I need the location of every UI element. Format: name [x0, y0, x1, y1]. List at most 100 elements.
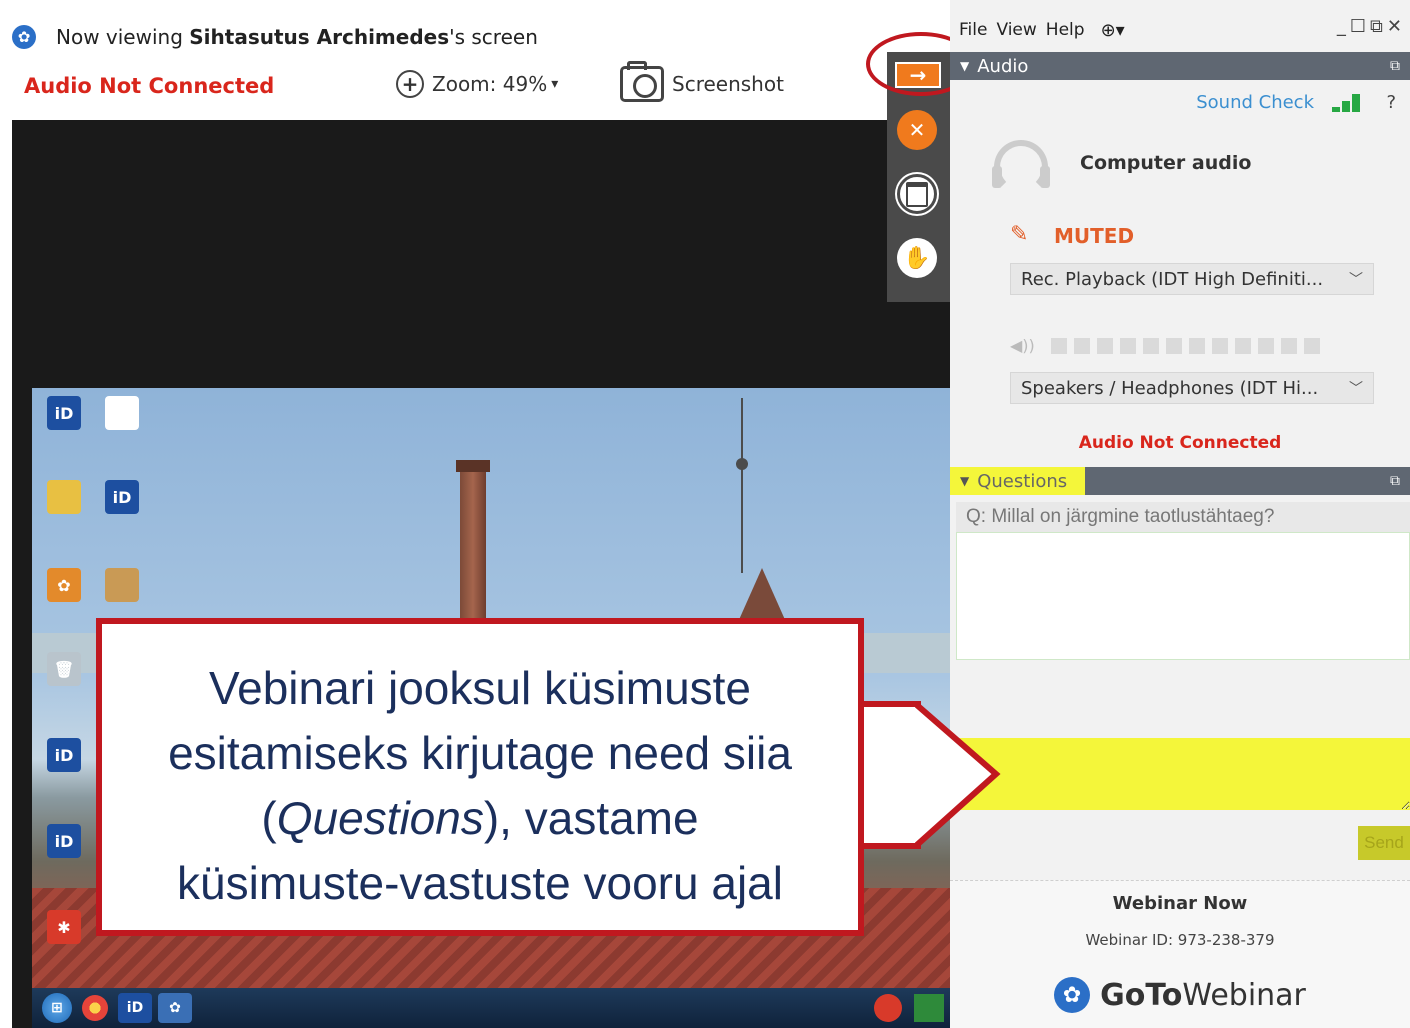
taskbar-gotowebinar[interactable]: ✿ — [158, 993, 192, 1023]
window-button[interactable] — [897, 174, 937, 214]
close-icon[interactable]: ✕ — [1387, 16, 1406, 37]
volume-segment — [1211, 337, 1228, 354]
menu-bar: File View Help ⊕▾ _ ☐ ⧉ ✕ — [950, 12, 1410, 48]
volume-segment — [1119, 337, 1136, 354]
audio-section-header[interactable]: ▼ Audio ⧉ — [950, 52, 1410, 80]
desktop-icon-book[interactable] — [96, 568, 148, 604]
questions-highlight: ▼ Questions — [950, 467, 1086, 495]
callout-line-3: (Questions), vastame — [102, 786, 858, 851]
collapse-triangle-icon: ▼ — [960, 59, 970, 73]
audio-header-label: Audio — [977, 55, 1029, 77]
screenshot-label: Screenshot — [672, 72, 784, 96]
menu-file[interactable]: File — [959, 20, 987, 40]
question-item: Q: Millal on järgmine taotlustähtaeg? — [956, 502, 1410, 532]
volume-segment — [1073, 337, 1090, 354]
callout-arrow-shape — [856, 701, 1001, 849]
globe-icon[interactable]: ⊕▾ — [1101, 20, 1125, 41]
camera-icon — [620, 61, 664, 102]
collapse-triangle-icon: ▼ — [960, 474, 970, 488]
taskbar-chrome[interactable] — [78, 993, 112, 1023]
tray-battery-icon[interactable] — [914, 994, 944, 1022]
instruction-callout: Vebinari jooksul küsimuste esitamiseks k… — [96, 618, 864, 936]
chevron-down-icon: ▾ — [551, 76, 559, 92]
callout-arrow — [856, 701, 1001, 849]
computer-audio-label[interactable]: Computer audio — [1080, 152, 1251, 174]
menu-view[interactable]: View — [996, 20, 1036, 40]
maximize-icon[interactable]: ☐ — [1350, 16, 1370, 37]
sound-check-link[interactable]: Sound Check — [1196, 92, 1314, 113]
desktop-icon-digidoc-crypto[interactable]: iD — [38, 824, 90, 860]
webinar-id: Webinar ID: 973-238-379 — [1085, 931, 1275, 949]
desktop-icon-recycle-bin[interactable]: 🗑 — [38, 652, 90, 688]
menu-help[interactable]: Help — [1046, 20, 1085, 40]
microphone-device-label: Rec. Playback (IDT High Definiti... — [1021, 268, 1324, 290]
volume-segment — [1142, 337, 1159, 354]
popout-icon[interactable]: ⧉ — [1390, 58, 1400, 74]
mic-muted-icon[interactable]: ✎ — [1010, 222, 1028, 247]
volume-segment — [1303, 337, 1320, 354]
window-controls: _ ☐ ⧉ ✕ — [1337, 16, 1406, 37]
viewer-title: Now viewing Sihtasutus Archimedes's scre… — [56, 25, 538, 49]
tray-app-icon[interactable] — [874, 994, 902, 1022]
screenshot-button[interactable]: Screenshot — [620, 61, 784, 102]
title-suffix: 's screen — [449, 25, 538, 49]
desktop-icon-folder[interactable] — [38, 480, 90, 516]
muted-label: MUTED — [1054, 224, 1135, 248]
gotowebinar-brand: ✿ GoTo Webinar — [950, 977, 1410, 1013]
raise-hand-icon: ✋ — [903, 245, 931, 271]
callout-line-1: Vebinari jooksul küsimuste — [208, 662, 752, 714]
chevron-down-icon: ﹀ — [1349, 272, 1363, 288]
question-log[interactable] — [956, 532, 1410, 660]
speaker-volume-meter: ◀)) — [1010, 336, 1327, 355]
start-button[interactable]: ⊞ — [42, 993, 72, 1023]
gotowebinar-logo-icon: ✿ — [12, 25, 36, 49]
popout-icon[interactable]: ⧉ — [1370, 16, 1387, 37]
desktop-icon-gotowebinar[interactable]: ✿ — [96, 396, 148, 432]
headset-icon — [992, 140, 1050, 194]
question-input[interactable] — [950, 738, 1410, 810]
presenter-name: Sihtasutus Archimedes — [189, 25, 450, 49]
zoom-in-icon: + — [396, 70, 424, 98]
lenovo-icon: ✱ — [47, 910, 81, 944]
raise-hand-button[interactable]: ✋ — [897, 238, 937, 278]
help-icon[interactable]: ? — [1386, 92, 1396, 113]
volume-segment — [1234, 337, 1251, 354]
speaker-select[interactable]: Speakers / Headphones (IDT Hi... ﹀ — [1010, 372, 1374, 404]
zoom-dropdown[interactable]: + Zoom: 49% ▾ — [396, 70, 558, 98]
volume-segment — [1280, 337, 1297, 354]
callout-text: Vebinari jooksul küsimuste esitamiseks k… — [102, 656, 858, 916]
webinar-info: Webinar Now Webinar ID: 973-238-379 ✿ Go… — [950, 880, 1410, 1028]
questions-section-header[interactable]: ▼ Questions ⧉ — [950, 467, 1410, 495]
panel-audio-status: Audio Not Connected — [1078, 433, 1282, 453]
title-prefix: Now viewing — [56, 25, 190, 49]
desktop-icon-id-client[interactable]: iD — [38, 396, 90, 432]
callout-line-3-rest: ), vastame — [483, 792, 699, 844]
callout-questions-term: Questions — [276, 792, 484, 844]
desktop-icon-id-updater[interactable]: iD — [96, 480, 148, 516]
chrome-icon — [82, 995, 108, 1021]
desktop-icon-digidoc-client[interactable]: iD — [38, 738, 90, 774]
desktop-icon-app[interactable]: ✿ — [38, 568, 90, 604]
webinar-title: Webinar Now — [1112, 893, 1248, 914]
signal-bars-icon — [1330, 94, 1360, 112]
brand-goto: GoTo — [1100, 977, 1183, 1013]
minimize-icon[interactable]: _ — [1337, 16, 1350, 37]
speaker-device-label: Speakers / Headphones (IDT Hi... — [1021, 377, 1319, 399]
callout-line-4: küsimuste-vastuste vooru ajal — [177, 857, 783, 909]
spire-image — [736, 398, 748, 573]
taskbar: ⊞ iD ✿ — [32, 988, 950, 1028]
flower-icon: ✿ — [47, 568, 81, 602]
chevron-down-icon: ﹀ — [1349, 381, 1363, 397]
popout-icon[interactable]: ⧉ — [1390, 473, 1400, 489]
speaker-icon: ◀)) — [1010, 336, 1035, 355]
send-button[interactable]: Send — [1358, 826, 1410, 860]
gotowebinar-icon: ✿ — [105, 396, 139, 430]
microphone-select[interactable]: Rec. Playback (IDT High Definiti... ﹀ — [1010, 263, 1374, 295]
control-panel: File View Help ⊕▾ _ ☐ ⧉ ✕ ▼ Audio ⧉ Soun… — [950, 0, 1410, 1028]
volume-segment — [1188, 337, 1205, 354]
taskbar-id-app[interactable]: iD — [118, 993, 152, 1023]
mute-button[interactable]: ✕ — [897, 110, 937, 150]
recycle-bin-icon: 🗑 — [47, 652, 81, 686]
audio-status-label: Audio Not Connected — [24, 74, 275, 98]
desktop-icon-lenovo[interactable]: ✱ — [38, 910, 90, 946]
